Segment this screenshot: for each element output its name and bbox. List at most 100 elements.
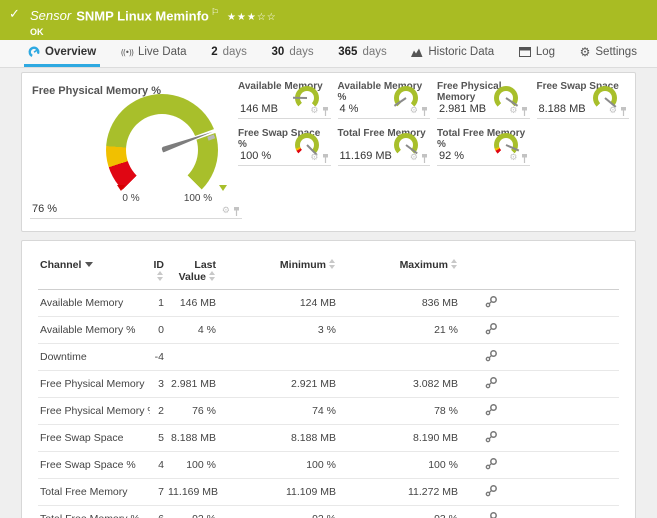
mini-gauge-value: 8.188 MB [538, 103, 586, 115]
table-row-free-swap-space[interactable]: Free Swap Space 5 8.188 MB 8.188 MB 8.190 MB [38, 424, 619, 452]
cell-id: 6 [150, 505, 166, 518]
table-row-available-memory[interactable]: Available Memory % 0 4 % 3 % 21 % [38, 316, 619, 344]
cell-channel[interactable]: Free Physical Memory % [38, 397, 150, 425]
channel-settings-icon[interactable] [485, 430, 498, 443]
channel-settings-icon[interactable] [485, 349, 498, 362]
gauge-needle [292, 96, 307, 99]
channel-settings-icon[interactable] [485, 295, 498, 308]
cell-id: 0 [150, 316, 166, 344]
pin-icon[interactable] [620, 107, 627, 116]
channel-settings-icon[interactable] [485, 403, 498, 416]
col-header-minimum[interactable]: Minimum [218, 255, 338, 290]
gauge-needle [161, 128, 214, 153]
status-badge: OK [30, 27, 44, 38]
table-row-total-free-memory[interactable]: Total Free Memory %692 %92 %93 % [38, 505, 619, 518]
overview-gauges-card: Free Physical Memory % 0 % 100 % 76 % ⚙ … [21, 72, 636, 232]
tab-30-days[interactable]: 30 days [268, 40, 318, 67]
flag-icon[interactable]: ⚐ [211, 8, 219, 18]
sort-icon [209, 271, 216, 281]
mini-gauge-value: 11.169 MB [339, 150, 392, 162]
main-gauge-value: 76 % [32, 203, 58, 215]
table-row-available-memory[interactable]: Available Memory 1 146 MB 124 MB 836 MB [38, 289, 619, 317]
pin-icon[interactable] [322, 154, 329, 163]
cell-maximum [338, 343, 460, 371]
cell-channel[interactable]: Free Physical Memory [38, 370, 150, 398]
tab-log[interactable]: Log [515, 40, 559, 67]
cell-channel[interactable]: Total Free Memory % [38, 505, 150, 518]
gear-icon[interactable]: ⚙ [509, 107, 517, 116]
mini-gauge-value: 2.981 MB [439, 103, 487, 115]
gauge-max-marker [219, 185, 227, 191]
col-header-id[interactable]: ID [150, 255, 166, 290]
mini-gauge-tile-free-physical-memory: Free Physical Memory 2.981 MB ⚙ [437, 81, 530, 119]
pin-icon[interactable] [233, 207, 240, 216]
channel-settings-icon[interactable] [485, 457, 498, 470]
cell-id: 7 [150, 478, 166, 506]
sort-icon [329, 259, 336, 269]
cell-last-value: 8.188 MB [166, 424, 218, 452]
tab-overview[interactable]: Overview [24, 40, 101, 67]
channel-settings-icon[interactable] [485, 484, 498, 497]
mini-gauge-tile-available-memory: Available Memory % 4 % ⚙ [337, 81, 430, 119]
gear-icon[interactable]: ⚙ [222, 207, 230, 216]
settings-gear-icon: ⚙ [579, 45, 591, 59]
gauge-needle [393, 97, 407, 107]
tab-365-days[interactable]: 365 days [334, 40, 390, 67]
sort-icon [451, 259, 458, 269]
channel-settings-icon[interactable] [485, 376, 498, 389]
cell-last-value: 76 % [166, 397, 218, 425]
channel-settings-icon[interactable] [485, 322, 498, 335]
cell-channel[interactable]: Total Free Memory [38, 478, 150, 506]
cell-maximum: 93 % [338, 505, 460, 518]
gauge-scale-min: 0 % [122, 193, 140, 204]
gear-icon[interactable]: ⚙ [410, 154, 418, 163]
gear-icon[interactable]: ⚙ [509, 154, 517, 163]
mini-gauge-value: 146 MB [240, 103, 278, 115]
tab-settings[interactable]: ⚙ Settings [576, 40, 641, 67]
historic-data-chart-icon [411, 48, 423, 57]
pin-icon[interactable] [421, 154, 428, 163]
gear-icon[interactable]: ⚙ [310, 107, 318, 116]
cell-minimum: 11.109 MB [218, 478, 338, 506]
cell-channel[interactable]: Free Swap Space [38, 424, 150, 452]
gear-icon[interactable]: ⚙ [609, 107, 617, 116]
cell-channel[interactable]: Free Swap Space % [38, 451, 150, 479]
log-icon [518, 47, 531, 57]
tab-2-days[interactable]: 2 days [207, 40, 251, 67]
cell-id: 3 [150, 370, 166, 398]
cell-minimum: 92 % [218, 505, 338, 518]
cell-id: 2 [150, 397, 166, 425]
pin-icon[interactable] [322, 107, 329, 116]
cell-channel[interactable]: Downtime [38, 343, 150, 371]
channel-settings-icon[interactable] [485, 511, 498, 518]
pin-icon[interactable] [521, 107, 528, 116]
priority-stars[interactable]: ★★★☆☆ [227, 12, 277, 23]
table-row-free-swap-space[interactable]: Free Swap Space % 4 100 % 100 % 100 % [38, 451, 619, 479]
gear-icon[interactable]: ⚙ [310, 154, 318, 163]
table-row-free-physical-memory[interactable]: Free Physical Memory % 2 76 % 74 % 78 % [38, 397, 619, 425]
cell-last-value: 146 MB [166, 289, 218, 317]
pin-icon[interactable] [421, 107, 428, 116]
col-header-channel[interactable]: Channel [38, 255, 150, 290]
channel-table-card: Channel ID Last Value Minimum Maximum Av… [21, 240, 636, 518]
pin-icon[interactable] [521, 154, 528, 163]
sensor-title-row: Sensor SNMP Linux Meminfo ⚐ ★★★☆☆ [30, 6, 647, 25]
live-data-broadcast-icon: ((•)) [120, 47, 134, 57]
cell-channel[interactable]: Available Memory [38, 289, 150, 317]
col-header-maximum[interactable]: Maximum [338, 255, 460, 290]
cell-minimum: 8.188 MB [218, 424, 338, 452]
col-header-last-value[interactable]: Last Value [166, 255, 218, 290]
tab-historic-data[interactable]: Historic Data [407, 40, 498, 67]
prtg-sensor-page: ✓ Sensor SNMP Linux Meminfo ⚐ ★★★☆☆ OK Over… [0, 0, 657, 518]
gear-icon[interactable]: ⚙ [410, 107, 418, 116]
cell-maximum: 8.190 MB [338, 424, 460, 452]
overview-gauge-icon [28, 46, 40, 58]
cell-minimum: 100 % [218, 451, 338, 479]
table-row-free-physical-memory[interactable]: Free Physical Memory 3 2.981 MB 2.921 MB 3.0… [38, 370, 619, 398]
cell-id: 5 [150, 424, 166, 452]
tab-live-data[interactable]: ((•)) Live Data [117, 40, 191, 67]
cell-minimum: 124 MB [218, 289, 338, 317]
table-row-downtime[interactable]: Downtime -4 [38, 343, 619, 371]
cell-channel[interactable]: Available Memory % [38, 316, 150, 344]
table-row-total-free-memory[interactable]: Total Free Memory 7 11.169 MB 11.109 MB 11.2… [38, 478, 619, 506]
